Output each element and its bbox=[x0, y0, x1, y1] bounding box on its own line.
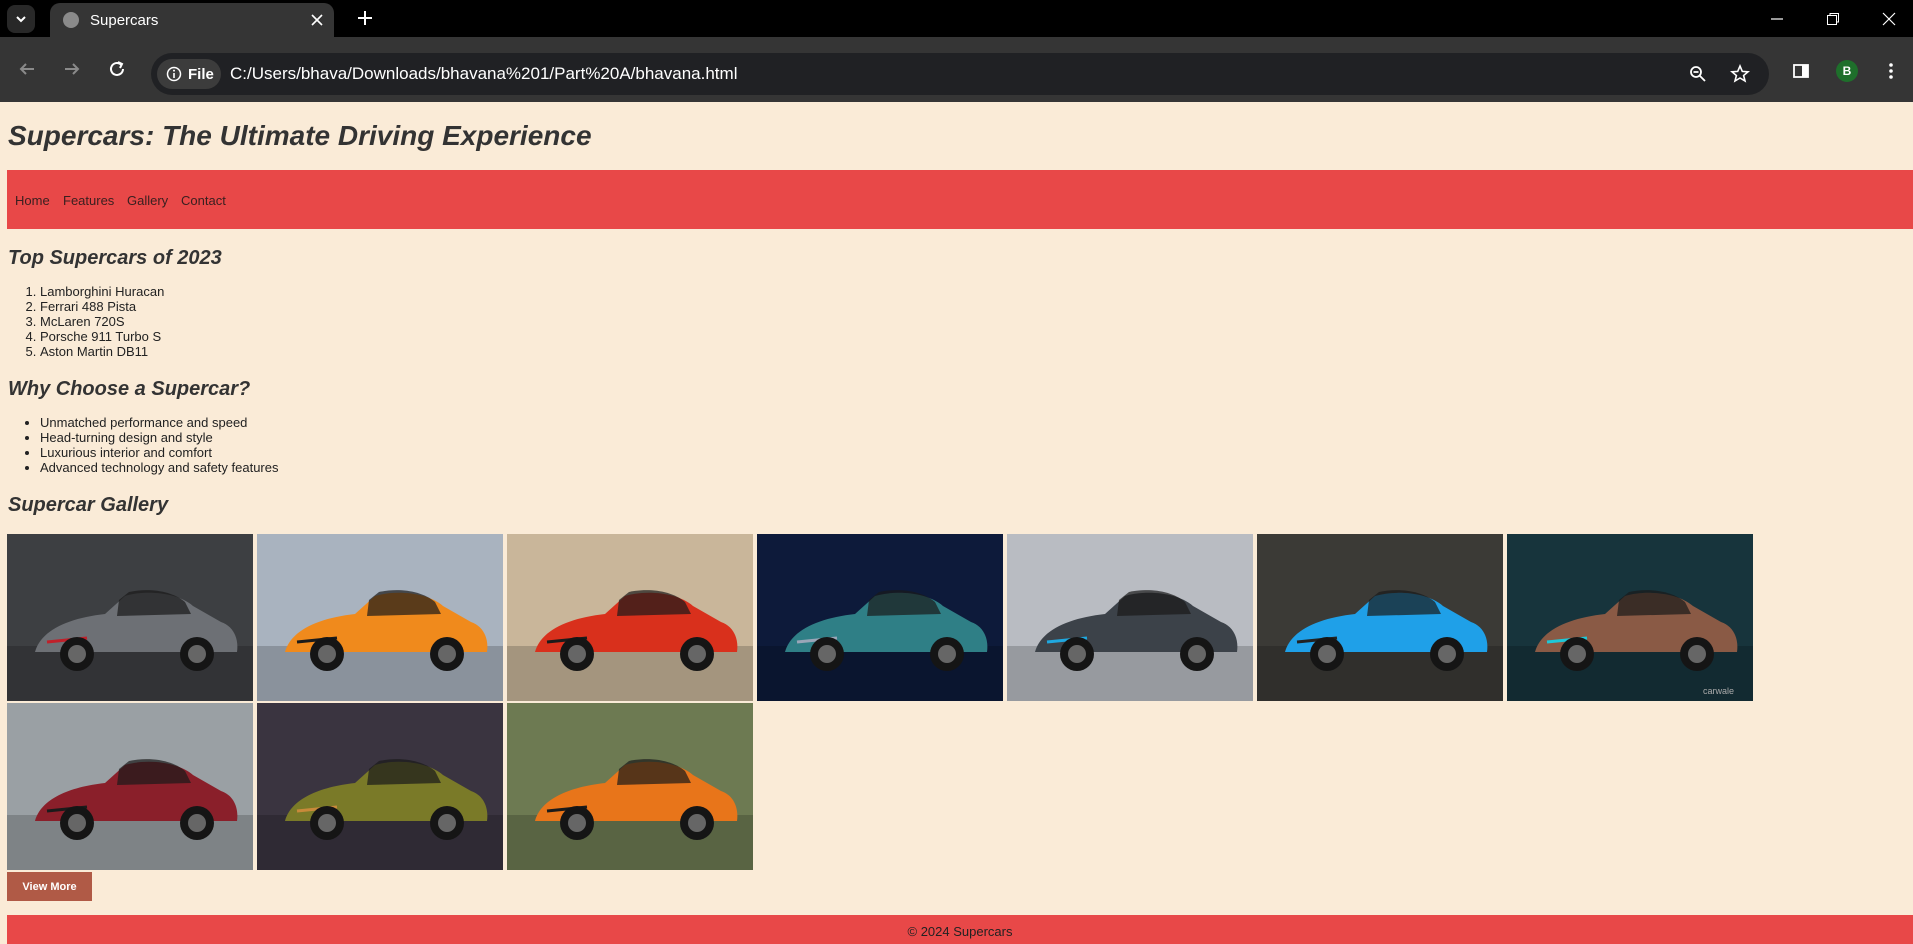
zoom-button[interactable] bbox=[1683, 59, 1713, 89]
reload-button[interactable] bbox=[101, 53, 133, 85]
gallery-image-orange-hypercar bbox=[507, 703, 753, 870]
gallery-image-gray-divo bbox=[1007, 534, 1253, 701]
gallery-image-teal-valhalla bbox=[757, 534, 1003, 701]
gallery-image-red-pagani bbox=[7, 703, 253, 870]
info-icon bbox=[166, 66, 182, 82]
address-bar[interactable]: File C:/Users/bhava/Downloads/bhavana%20… bbox=[151, 53, 1769, 95]
list-item: Luxurious interior and comfort bbox=[40, 445, 279, 460]
restore-icon bbox=[1827, 12, 1839, 25]
page-content: Supercars: The Ultimate Driving Experien… bbox=[0, 102, 1913, 944]
list-item: Ferrari 488 Pista bbox=[40, 299, 164, 314]
minimize-button[interactable] bbox=[1749, 0, 1805, 37]
arrow-left-icon bbox=[19, 63, 34, 75]
nav-link-contact[interactable]: Contact bbox=[181, 193, 226, 208]
page-title: Supercars: The Ultimate Driving Experien… bbox=[8, 120, 592, 151]
list-item: McLaren 720S bbox=[40, 314, 164, 329]
why-supercar-list: Unmatched performance and speed Head-tur… bbox=[40, 415, 279, 475]
nav-link-gallery[interactable]: Gallery bbox=[127, 193, 168, 208]
window-close-button[interactable] bbox=[1861, 0, 1913, 37]
profile-button[interactable]: B bbox=[1832, 56, 1862, 86]
main-nav: Home Features Gallery Contact bbox=[7, 170, 1913, 229]
avatar: B bbox=[1836, 60, 1858, 82]
nav-link-features[interactable]: Features bbox=[63, 193, 114, 208]
minimize-icon bbox=[1771, 17, 1783, 20]
gallery-image-orange-mclaren bbox=[257, 534, 503, 701]
star-icon bbox=[1730, 64, 1750, 83]
top-supercars-list: Lamborghini Huracan Ferrari 488 Pista Mc… bbox=[40, 284, 164, 359]
globe-icon bbox=[63, 12, 79, 28]
browser-toolbar: File C:/Users/bhava/Downloads/bhavana%20… bbox=[0, 37, 1913, 102]
browser-tab-strip: Supercars bbox=[0, 0, 1913, 37]
footer: © 2024 Supercars bbox=[7, 915, 1913, 944]
menu-button[interactable] bbox=[1876, 56, 1906, 86]
restore-button[interactable] bbox=[1805, 0, 1861, 37]
tab-title: Supercars bbox=[90, 12, 159, 29]
footer-copyright: © 2024 Supercars bbox=[907, 924, 1013, 939]
url-text[interactable]: C:/Users/bhava/Downloads/bhavana%201/Par… bbox=[230, 64, 737, 84]
reload-icon bbox=[110, 61, 124, 76]
close-icon bbox=[1882, 12, 1896, 25]
site-info-chip[interactable]: File bbox=[157, 59, 221, 89]
list-item: Head-turning design and style bbox=[40, 430, 279, 445]
back-button[interactable] bbox=[11, 53, 43, 85]
nav-link-home[interactable]: Home bbox=[15, 193, 50, 208]
plus-icon bbox=[358, 11, 372, 25]
gallery-image-gray-gtr bbox=[7, 534, 253, 701]
forward-button[interactable] bbox=[56, 53, 88, 85]
bookmark-button[interactable] bbox=[1725, 59, 1755, 89]
tab-search-button[interactable] bbox=[7, 5, 35, 33]
site-chip-label: File bbox=[188, 65, 214, 83]
list-item: Aston Martin DB11 bbox=[40, 344, 164, 359]
gallery-image-blue-koenigsegg bbox=[1257, 534, 1503, 701]
zoom-out-icon bbox=[1690, 66, 1706, 82]
svg-text:carwale: carwale bbox=[1703, 686, 1734, 696]
why-supercar-heading: Why Choose a Supercar? bbox=[8, 378, 251, 400]
top-supercars-heading: Top Supercars of 2023 bbox=[8, 247, 222, 269]
gallery-heading: Supercar Gallery bbox=[8, 494, 169, 516]
gallery-image-red-ferrari bbox=[507, 534, 753, 701]
tab-close-button[interactable] bbox=[306, 9, 328, 31]
side-panel-icon bbox=[1793, 64, 1809, 78]
chevron-down-icon bbox=[16, 16, 26, 23]
arrow-right-icon bbox=[65, 63, 80, 75]
list-item: Advanced technology and safety features bbox=[40, 460, 279, 475]
side-panel-button[interactable] bbox=[1786, 56, 1816, 86]
list-item: Porsche 911 Turbo S bbox=[40, 329, 164, 344]
browser-tab-active[interactable]: Supercars bbox=[50, 3, 334, 37]
close-icon bbox=[311, 14, 323, 26]
gallery-image-bronze-porsche: carwale bbox=[1507, 534, 1753, 701]
more-vertical-icon bbox=[1889, 63, 1893, 79]
list-item: Unmatched performance and speed bbox=[40, 415, 279, 430]
list-item: Lamborghini Huracan bbox=[40, 284, 164, 299]
new-tab-button[interactable] bbox=[352, 5, 378, 31]
gallery-image-gold-lamborghini bbox=[257, 703, 503, 870]
view-more-button[interactable]: View More bbox=[7, 872, 92, 901]
